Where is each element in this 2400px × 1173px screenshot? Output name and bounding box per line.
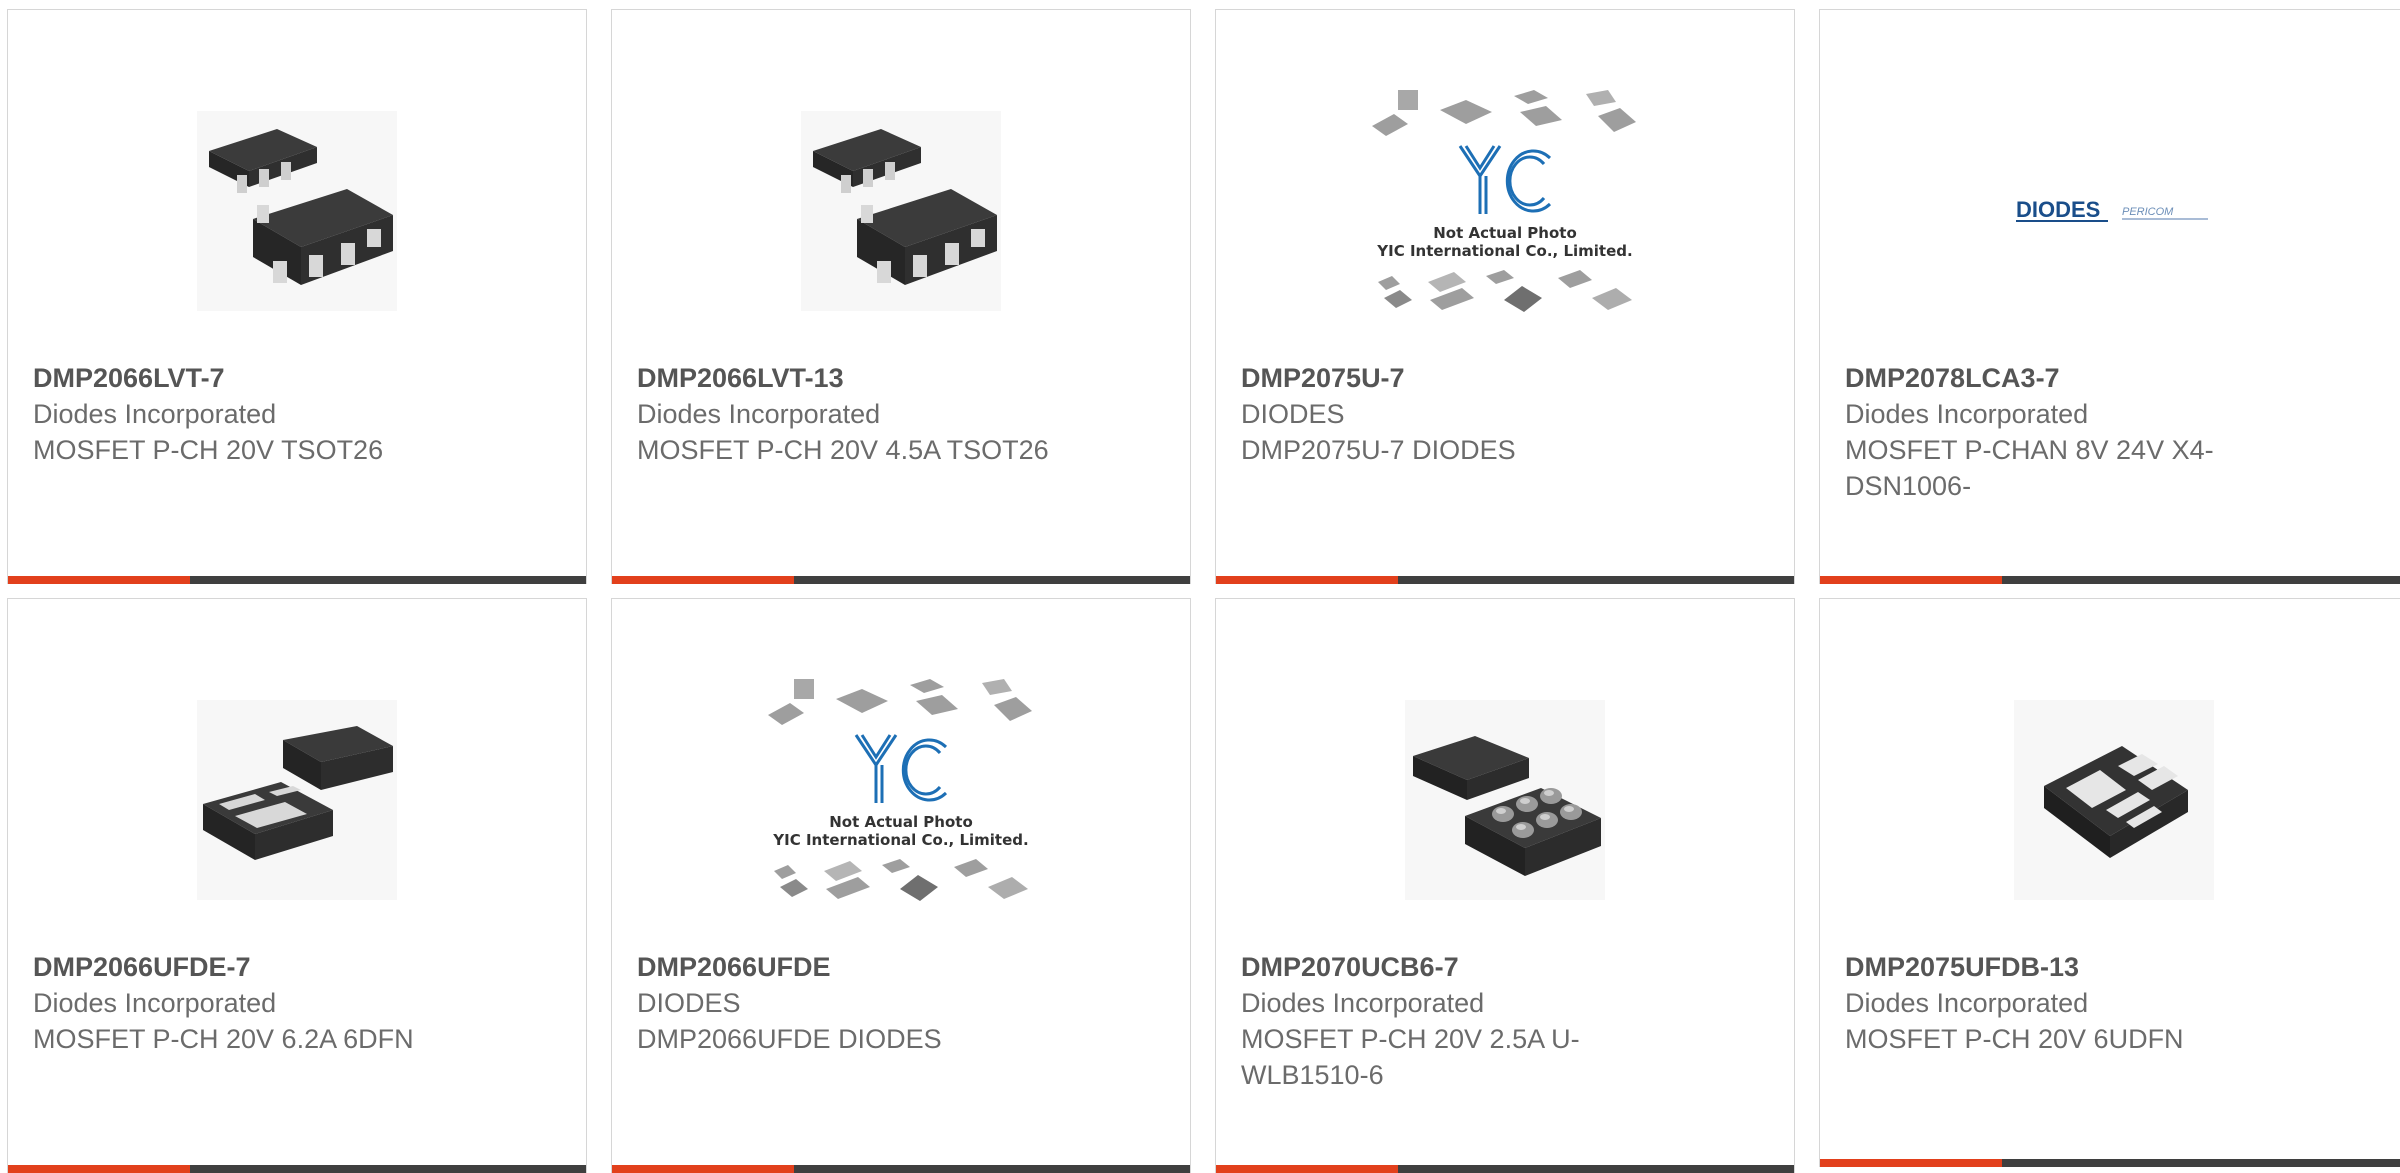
product-info: DMP2066UFDE-7 Diodes Incorporated MOSFET… <box>33 949 561 1057</box>
product-image[interactable] <box>8 655 586 945</box>
product-info: DMP2075U-7 DIODES DMP2075U-7 DIODES <box>1241 360 1769 468</box>
card-accent <box>1216 1165 1398 1173</box>
product-info: DMP2066UFDE DIODES DMP2066UFDE DIODES <box>637 949 1165 1057</box>
description: MOSFET P-CH 20V TSOT26 <box>33 435 384 465</box>
description: MOSFET P-CH 20V 6.2A 6DFN <box>33 1024 414 1054</box>
product-image[interactable]: Not Actual Photo YIC International Co., … <box>612 655 1190 945</box>
product-info: DMP2066LVT-13 Diodes Incorporated MOSFET… <box>637 360 1165 468</box>
description: MOSFET P-CHAN 8V 24V X4-DSN1006- <box>1845 435 2214 501</box>
product-info: DMP2078LCA3-7 Diodes Incorporated MOSFET… <box>1845 360 2383 504</box>
product-image[interactable] <box>1820 655 2400 945</box>
card-accent <box>1820 1159 2002 1167</box>
product-card[interactable]: DMP2066LVT-13 Diodes Incorporated MOSFET… <box>611 9 1191 584</box>
product-image[interactable] <box>612 66 1190 356</box>
manufacturer: DIODES <box>1241 399 1345 429</box>
manufacturer: Diodes Incorporated <box>1845 988 2089 1018</box>
description: MOSFET P-CH 20V 4.5A TSOT26 <box>637 435 1049 465</box>
product-image[interactable]: Not Actual Photo YIC International Co., … <box>1216 66 1794 356</box>
card-bottom-bar <box>1820 576 2400 584</box>
wlb-package-icon <box>1405 700 1605 900</box>
product-card[interactable]: DMP2075UFDB-13 Diodes Incorporated MOSFE… <box>1819 598 2400 1167</box>
card-bottom-bar <box>8 1165 586 1173</box>
card-bottom-bar <box>612 576 1190 584</box>
product-image[interactable] <box>1216 655 1794 945</box>
manufacturer: Diodes Incorporated <box>1241 988 1485 1018</box>
product-card[interactable]: Not Actual Photo YIC International Co., … <box>611 598 1191 1173</box>
tsot26-package-icon <box>801 111 1001 311</box>
description: MOSFET P-CH 20V 2.5A U-WLB1510-6 <box>1241 1024 1580 1090</box>
product-info: DMP2070UCB6-7 Diodes Incorporated MOSFET… <box>1241 949 1769 1093</box>
product-card[interactable]: Not Actual Photo YIC International Co., … <box>1215 9 1795 584</box>
card-accent <box>612 576 794 584</box>
udfn-package-icon <box>2014 700 2214 900</box>
product-info: DMP2075UFDB-13 Diodes Incorporated MOSFE… <box>1845 949 2383 1057</box>
placeholder-line2: YIC International Co., Limited. <box>1376 242 1632 260</box>
description: DMP2066UFDE DIODES <box>637 1024 942 1054</box>
manufacturer: DIODES <box>637 988 741 1018</box>
product-card[interactable]: DIODES PERICOM DMP2078LCA3-7 Diodes Inco… <box>1819 9 2400 584</box>
placeholder-line2: YIC International Co., Limited. <box>772 831 1028 849</box>
card-accent <box>612 1165 794 1173</box>
placeholder-line1: Not Actual Photo <box>829 813 973 831</box>
product-grid: DMP2066LVT-7 Diodes Incorporated MOSFET … <box>0 0 2400 1173</box>
part-number[interactable]: DMP2075UFDB-13 <box>1845 949 2383 985</box>
card-bottom-bar <box>612 1165 1190 1173</box>
part-number[interactable]: DMP2075U-7 <box>1241 360 1769 396</box>
dfn-package-icon <box>197 700 397 900</box>
part-number[interactable]: DMP2066LVT-7 <box>33 360 561 396</box>
diodes-logo-text: DIODES <box>2016 197 2100 222</box>
card-accent <box>8 1165 190 1173</box>
part-number[interactable]: DMP2078LCA3-7 <box>1845 360 2383 396</box>
manufacturer: Diodes Incorporated <box>33 399 277 429</box>
description: DMP2075U-7 DIODES <box>1241 435 1516 465</box>
tsot26-package-icon <box>197 111 397 311</box>
manufacturer: Diodes Incorporated <box>33 988 277 1018</box>
card-accent <box>8 576 190 584</box>
pericom-logo-text: PERICOM <box>2122 206 2174 218</box>
product-card[interactable]: DMP2070UCB6-7 Diodes Incorporated MOSFET… <box>1215 598 1795 1173</box>
yic-placeholder-icon: Not Actual Photo YIC International Co., … <box>1372 90 1636 312</box>
product-image[interactable]: DIODES PERICOM <box>1820 66 2400 356</box>
placeholder-line1: Not Actual Photo <box>1433 224 1577 242</box>
card-bottom-bar <box>1820 1159 2400 1167</box>
product-info: DMP2066LVT-7 Diodes Incorporated MOSFET … <box>33 360 561 468</box>
diodes-pericom-logo-icon: DIODES PERICOM <box>2016 197 2208 222</box>
manufacturer: Diodes Incorporated <box>1845 399 2089 429</box>
card-bottom-bar <box>8 576 586 584</box>
yic-placeholder-icon: Not Actual Photo YIC International Co., … <box>768 679 1032 901</box>
manufacturer: Diodes Incorporated <box>637 399 881 429</box>
card-accent <box>1216 576 1398 584</box>
product-card[interactable]: DMP2066UFDE-7 Diodes Incorporated MOSFET… <box>7 598 587 1173</box>
card-bottom-bar <box>1216 576 1794 584</box>
part-number[interactable]: DMP2066LVT-13 <box>637 360 1165 396</box>
part-number[interactable]: DMP2066UFDE <box>637 949 1165 985</box>
part-number[interactable]: DMP2066UFDE-7 <box>33 949 561 985</box>
part-number[interactable]: DMP2070UCB6-7 <box>1241 949 1769 985</box>
description: MOSFET P-CH 20V 6UDFN <box>1845 1024 2184 1054</box>
card-bottom-bar <box>1216 1165 1794 1173</box>
card-accent <box>1820 576 2002 584</box>
product-image[interactable] <box>8 66 586 356</box>
product-card[interactable]: DMP2066LVT-7 Diodes Incorporated MOSFET … <box>7 9 587 584</box>
